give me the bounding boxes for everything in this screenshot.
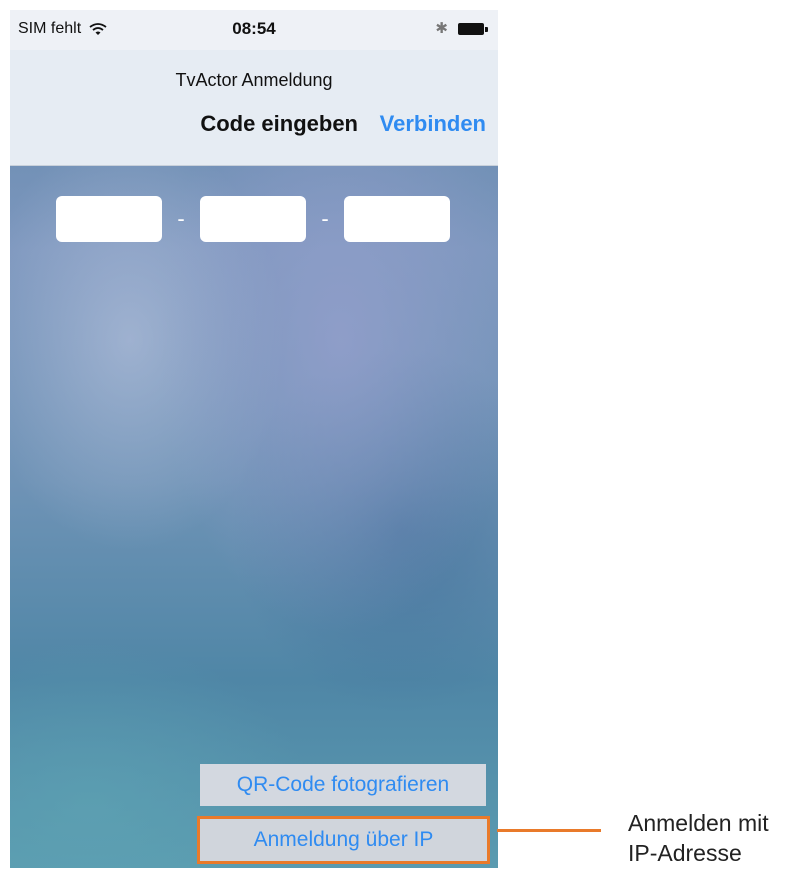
- connect-button[interactable]: Verbinden: [380, 111, 486, 137]
- code-input-row: - -: [56, 196, 450, 242]
- status-time: 08:54: [232, 19, 276, 38]
- callout-line: [497, 829, 601, 832]
- navigation-bar: TvActor Anmeldung Code eingeben Verbinde…: [10, 50, 498, 166]
- code-field-1[interactable]: [56, 196, 162, 242]
- callout-text: Anmelden mit IP-Adresse: [628, 808, 769, 868]
- phone-screen: SIM fehlt 08:54 ✱ TvActor Anmeldung Code…: [10, 10, 498, 868]
- bluetooth-icon: ✱: [435, 20, 448, 37]
- qr-code-button[interactable]: QR-Code fotografieren: [200, 764, 486, 806]
- status-bar: SIM fehlt 08:54 ✱: [10, 10, 498, 50]
- code-field-2[interactable]: [200, 196, 306, 242]
- code-field-3[interactable]: [344, 196, 450, 242]
- code-separator: -: [177, 206, 185, 231]
- callout-line-1: Anmelden mit: [628, 810, 769, 836]
- nav-title: TvActor Anmeldung: [175, 70, 333, 90]
- qr-code-button-label: QR-Code fotografieren: [236, 773, 450, 796]
- screenshot-canvas: SIM fehlt 08:54 ✱ TvActor Anmeldung Code…: [0, 0, 808, 871]
- battery-icon: [458, 23, 488, 35]
- code-separator: -: [321, 206, 329, 231]
- status-right: ✱: [435, 21, 488, 37]
- ip-login-button-label: Anmeldung über IP: [253, 828, 434, 851]
- callout-line-2: IP-Adresse: [628, 840, 742, 866]
- nav-subtitle: Code eingeben: [200, 111, 358, 136]
- ip-login-button[interactable]: Anmeldung über IP: [197, 816, 490, 864]
